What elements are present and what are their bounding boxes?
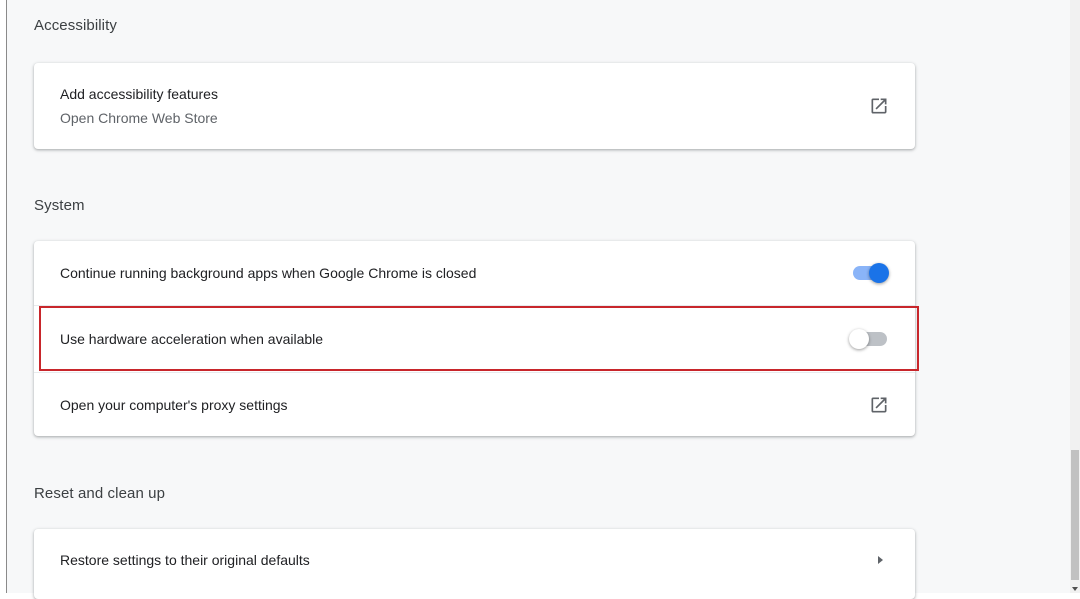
reset-card: Restore settings to their original defau… <box>34 529 915 599</box>
section-title-accessibility: Accessibility <box>34 17 117 34</box>
settings-content: Accessibility Add accessibility features… <box>7 0 1072 599</box>
accessibility-card: Add accessibility features Open Chrome W… <box>34 63 915 149</box>
hardware-acceleration-toggle[interactable] <box>849 329 889 349</box>
scroll-down-arrow-icon[interactable] <box>1072 587 1078 591</box>
background-apps-toggle[interactable] <box>849 263 889 283</box>
section-title-reset: Reset and clean up <box>34 485 166 502</box>
scrollbar-thumb[interactable] <box>1071 450 1079 580</box>
vertical-scrollbar[interactable] <box>1070 0 1080 593</box>
background-apps-row[interactable]: Continue running background apps when Go… <box>34 241 915 305</box>
background-apps-label: Continue running background apps when Go… <box>60 265 477 281</box>
restore-defaults-label: Restore settings to their original defau… <box>60 552 310 568</box>
add-accessibility-features-label: Add accessibility features <box>60 86 218 102</box>
hardware-acceleration-row[interactable]: Use hardware acceleration when available <box>34 305 915 372</box>
settings-frame: Accessibility Add accessibility features… <box>6 0 1080 599</box>
toggle-knob <box>869 263 889 283</box>
open-chrome-web-store-sublabel: Open Chrome Web Store <box>60 110 218 126</box>
proxy-settings-row[interactable]: Open your computer's proxy settings <box>34 372 915 436</box>
external-link-icon[interactable] <box>869 395 889 415</box>
add-accessibility-features-row[interactable]: Add accessibility features Open Chrome W… <box>34 63 915 149</box>
restore-defaults-row[interactable]: Restore settings to their original defau… <box>34 529 915 591</box>
toggle-knob <box>849 329 869 349</box>
external-link-icon[interactable] <box>869 96 889 116</box>
section-title-system: System <box>34 197 85 214</box>
arrow-right-icon <box>878 556 883 564</box>
hardware-acceleration-label: Use hardware acceleration when available <box>60 331 324 347</box>
proxy-settings-label: Open your computer's proxy settings <box>60 396 288 413</box>
system-card: Continue running background apps when Go… <box>34 241 915 436</box>
